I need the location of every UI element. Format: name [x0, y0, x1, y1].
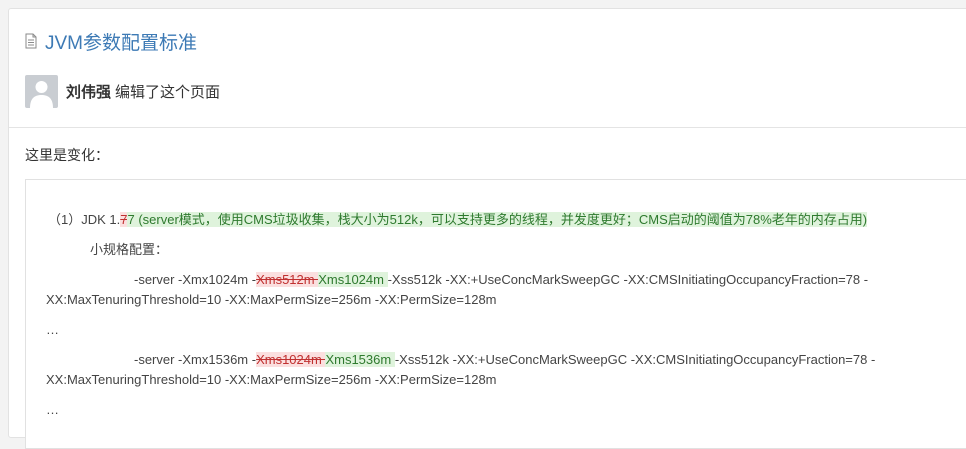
diff-line-config-1: -server -Xmx1024m -Xms512m Xms1024m -Xss… — [134, 270, 868, 290]
diff-text: 小规格配置： — [90, 242, 169, 257]
page-title-row: JVM参数配置标准 — [25, 28, 197, 54]
activity-action: 编辑了这个页面 — [115, 83, 221, 101]
diff-ellipsis: … — [46, 400, 59, 420]
activity-author-row: 刘伟强 编辑了这个页面 — [25, 74, 220, 108]
changes-label: 这里是变化： — [25, 147, 109, 163]
diff-line-config-1-cont: XX:MaxTenuringThreshold=10 -XX:MaxPermSi… — [46, 290, 497, 310]
diff-inserted: 7 (server模式，使用CMS垃圾收集，栈大小为512k，可以支持更多的线程… — [127, 212, 868, 227]
avatar[interactable] — [25, 74, 58, 108]
diff-text: （1）JDK 1. — [48, 212, 121, 227]
diff-text: XX:MaxTenuringThreshold=10 -XX:MaxPermSi… — [46, 292, 497, 307]
diff-deleted: Xms1024m — [256, 352, 326, 367]
diff-line-jdk: （1）JDK 1.77 (server模式，使用CMS垃圾收集，栈大小为512k… — [48, 210, 868, 230]
activity-card: JVM参数配置标准 刘伟强 编辑了这个页面 这里是变化： （1）JDK 1.77… — [8, 8, 966, 449]
diff-text: … — [46, 402, 59, 417]
diff-line-small-spec: 小规格配置： — [90, 240, 168, 260]
divider — [9, 127, 966, 128]
diff-inserted: Xms1536m — [325, 352, 395, 367]
diff-content: （1）JDK 1.77 (server模式，使用CMS垃圾收集，栈大小为512k… — [25, 179, 966, 449]
diff-text: -Xss512k -XX:+UseConcMarkSweepGC -XX:CMS… — [394, 352, 876, 367]
user-silhouette-icon — [30, 80, 53, 108]
diff-text: -Xss512k -XX:+UseConcMarkSweepGC -XX:CMS… — [387, 272, 869, 287]
diff-deleted: Xms512m — [256, 272, 319, 287]
diff-text: -server -Xmx1024m - — [134, 272, 257, 287]
diff-ellipsis: … — [46, 320, 59, 340]
document-icon — [25, 33, 37, 49]
diff-text: -server -Xmx1536m - — [134, 352, 257, 367]
diff-inserted: Xms1024m — [318, 272, 388, 287]
diff-line-config-2-cont: XX:MaxTenuringThreshold=10 -XX:MaxPermSi… — [46, 370, 497, 390]
user-name[interactable]: 刘伟强 — [66, 81, 111, 102]
diff-text: … — [46, 322, 59, 337]
diff-text: XX:MaxTenuringThreshold=10 -XX:MaxPermSi… — [46, 372, 497, 387]
page-title-link[interactable]: JVM参数配置标准 — [45, 28, 197, 55]
diff-line-config-2: -server -Xmx1536m -Xms1024m Xms1536m -Xs… — [134, 350, 875, 370]
